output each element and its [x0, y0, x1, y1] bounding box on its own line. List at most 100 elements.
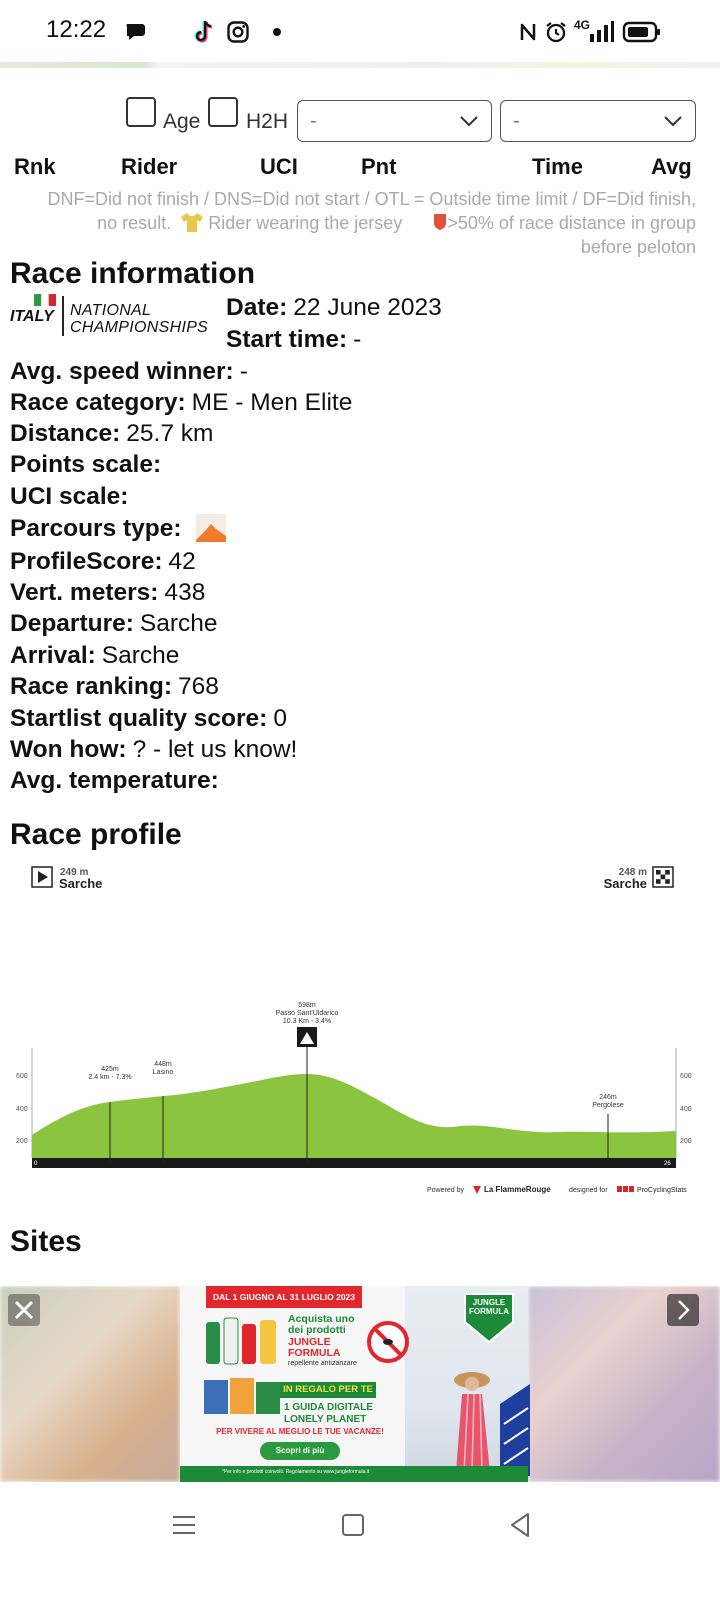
recent-apps-button[interactable] — [168, 1509, 200, 1541]
filter-select-1[interactable]: - — [297, 100, 492, 142]
point3-altitude: 246m — [599, 1094, 617, 1101]
age-label: Age — [163, 110, 201, 133]
race-logo: ITALY NATIONAL CHAMPIONSHIPS — [10, 292, 210, 340]
h2h-label: H2H — [246, 110, 289, 133]
ad-line2: JUNGLE FORMULA — [288, 1336, 341, 1359]
chevron-down-icon — [460, 116, 478, 127]
point3-name: Pergolese — [592, 1102, 624, 1109]
back-triangle-icon — [511, 1513, 529, 1537]
summit-altitude: 598m — [298, 1002, 316, 1009]
col-header-time[interactable]: Time — [532, 154, 583, 180]
y-tick-600-left: 600 — [16, 1073, 28, 1080]
race-profile-heading: Race profile — [10, 818, 182, 851]
h2h-checkbox[interactable] — [208, 97, 238, 127]
info-date: Date: 22 June 2023 — [226, 294, 442, 321]
info-points-scale: Points scale: — [10, 451, 162, 478]
summit-detail: 10.3 Km - 3.4% — [283, 1018, 331, 1025]
col-header-rank[interactable]: Rnk — [14, 154, 56, 180]
elevation-profile-area — [32, 1074, 676, 1164]
sites-heading: Sites — [10, 1225, 82, 1258]
finish-flag-icon — [652, 866, 674, 888]
designed-for-label: designed for — [569, 1187, 608, 1194]
ad-cta-button[interactable]: Scopri di più — [260, 1442, 340, 1460]
y-tick-400-right: 400 — [680, 1106, 692, 1113]
col-header-points[interactable]: Pnt — [361, 154, 396, 180]
chat-notification-icon — [124, 18, 148, 46]
home-button[interactable] — [337, 1509, 369, 1541]
race-profile-chart[interactable]: 249 m Sarche 248 m Sarche 600 400 200 60… — [0, 858, 720, 1208]
info-parcours-type: Parcours type: — [10, 514, 227, 543]
info-category: Race category: ME - Men Elite — [10, 389, 353, 416]
legend-jersey: Rider wearing the jersey — [208, 213, 403, 233]
info-avg-temperature: Avg. temperature: — [10, 767, 219, 794]
filter-select-1-value: - — [310, 110, 317, 132]
ad-brand-logo: JUNGLE FORMULA — [463, 1292, 515, 1344]
ad-close-button[interactable] — [8, 1294, 40, 1326]
nfc-icon — [518, 18, 538, 46]
info-departure: Departure: Sarche — [10, 610, 218, 637]
y-tick-400-left: 400 — [16, 1106, 28, 1113]
ad-line1: Acquista uno dei prodotti — [288, 1313, 355, 1336]
chevron-right-icon — [678, 1300, 690, 1320]
logo-line2: CHAMPIONSHIPS — [70, 319, 209, 336]
y-tick-200-right: 200 — [680, 1138, 692, 1145]
back-button[interactable] — [504, 1509, 536, 1541]
col-header-rider[interactable]: Rider — [121, 154, 177, 180]
ad-guide-line2: LONELY PLANET — [284, 1414, 367, 1425]
shield-icon — [434, 214, 447, 230]
ad-tagline: PER VIVERE AL MEGLIO LE TUE VACANZE! — [216, 1427, 384, 1436]
point2-altitude: 448m — [154, 1061, 172, 1068]
y-tick-200-left: 200 — [16, 1138, 28, 1145]
ad-woman-illustration — [454, 1372, 530, 1476]
ad-banner[interactable]: DAL 1 GIUGNO AL 31 LUGLIO 2023 JUNGLE FO… — [0, 1286, 720, 1482]
info-won-how: Won how:? - let us know! — [10, 736, 298, 763]
ad-guide-line1: 1 GUIDA DIGITALE — [284, 1402, 373, 1413]
instagram-icon — [226, 18, 250, 46]
col-header-avg[interactable]: Avg — [651, 154, 692, 180]
info-arrival: Arrival: Sarche — [10, 642, 180, 669]
info-profile-score: ProfileScore: 42 — [10, 548, 196, 575]
ad-footer-bar: *Per info e prodotti coinvolti. Regolame… — [180, 1466, 528, 1482]
summit-climb-icon — [297, 1027, 317, 1047]
more-notifications-dot-icon — [272, 18, 282, 46]
info-race-ranking: Race ranking: 768 — [10, 673, 219, 700]
start-name: Sarche — [59, 876, 102, 891]
point1-detail: 2.4 km - 7.3% — [88, 1074, 131, 1081]
point1-altitude: 425m — [101, 1066, 119, 1073]
ad-product-bottles — [204, 1314, 280, 1366]
italy-flag-icon — [34, 294, 56, 306]
filter-select-2[interactable]: - — [500, 100, 696, 142]
page-top-edge — [0, 62, 720, 68]
summit-name: Passo Sant'Uldarico — [276, 1010, 339, 1017]
ad-next-button[interactable] — [667, 1294, 699, 1326]
ad-line3: repellente antizanzare — [288, 1360, 357, 1367]
brand-procyclingstats: ProCyclingStats — [637, 1187, 687, 1194]
chevron-down-icon — [664, 116, 682, 127]
logo-line1: NATIONAL — [70, 302, 152, 319]
parcours-type-icon — [196, 514, 227, 542]
col-header-uci[interactable]: UCI — [260, 154, 298, 180]
legend-breakaway: >50% of race distance in group before pe… — [447, 213, 696, 257]
powered-by-label: Powered by — [427, 1187, 464, 1194]
age-checkbox[interactable] — [126, 97, 156, 127]
filter-select-2-value: - — [513, 110, 520, 132]
brand-la-flamme-rouge: La FlammeRouge — [484, 1185, 551, 1194]
info-distance: Distance: 25.7 km — [10, 420, 214, 447]
profile-baseline — [32, 1158, 676, 1168]
status-time: 12:22 — [46, 16, 107, 43]
tiktok-icon — [192, 18, 216, 46]
ad-creative[interactable]: DAL 1 GIUGNO AL 31 LUGLIO 2023 JUNGLE FO… — [180, 1286, 530, 1482]
ad-date-banner: DAL 1 GIUGNO AL 31 LUGLIO 2023 — [206, 1286, 362, 1308]
results-legend: DNF=Did not finish / DNS=Did not start /… — [44, 187, 696, 259]
ad-gift-label: IN REGALO PER TE — [280, 1382, 376, 1398]
point2-name: Lasino — [153, 1069, 174, 1076]
jersey-icon — [181, 213, 204, 232]
ad-guide-books — [202, 1376, 284, 1418]
pcs-logo-icon — [617, 1186, 634, 1192]
logo-divider — [62, 296, 64, 336]
la-flamme-rouge-logo-icon — [473, 1186, 481, 1194]
battery-icon — [622, 18, 662, 46]
menu-lines-icon — [173, 1516, 195, 1534]
alarm-icon — [544, 18, 568, 46]
info-uci-scale: UCI scale: — [10, 483, 129, 510]
